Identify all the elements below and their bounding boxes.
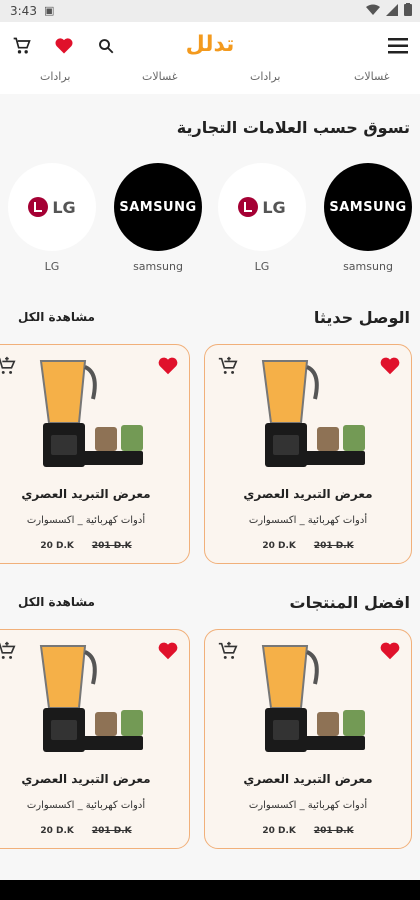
app-bar: تدلل xyxy=(0,22,420,70)
product-name: معرض التبريد العصري xyxy=(243,772,373,786)
product-price: 20 D.K xyxy=(40,541,74,551)
status-time: 3:43 xyxy=(10,4,37,18)
product-category: أدوات كهربائية _ اكسسوارت xyxy=(248,515,368,526)
status-icons xyxy=(366,3,412,16)
product-card[interactable]: معرض التبريد العصري أدوات كهربائية _ اكس… xyxy=(204,629,412,849)
lg-logo-icon xyxy=(28,197,49,217)
category-strip: برادات غسالات برادات غسالات xyxy=(0,70,420,94)
product-category: أدوات كهربائية _ اكسسوارت xyxy=(26,515,146,526)
system-nav-bar xyxy=(0,880,420,900)
product-card[interactable]: معرض التبريد العصري أدوات كهربائية _ اكس… xyxy=(0,629,190,849)
category-item[interactable]: برادات xyxy=(250,70,281,83)
heart-icon[interactable] xyxy=(379,640,401,662)
product-category: أدوات كهربائية _ اكسسوارت xyxy=(248,800,368,811)
product-old-price: 201 D.K xyxy=(313,541,354,551)
product-card[interactable]: معرض التبريد العصري أدوات كهربائية _ اكس… xyxy=(0,344,190,564)
add-to-cart-icon[interactable] xyxy=(0,640,17,662)
brand-name: samsung xyxy=(343,260,393,273)
brands-section-title: تسوق حسب العلامات التجارية xyxy=(176,118,410,137)
heart-icon[interactable] xyxy=(157,640,179,662)
product-image xyxy=(39,360,143,467)
brand-name: LG xyxy=(254,260,270,273)
battery-icon xyxy=(404,3,412,16)
status-bar: 3:43 ▣ xyxy=(0,0,420,22)
product-old-price: 201 D.K xyxy=(91,541,132,551)
brand-samsung[interactable]: SAMSUNG xyxy=(324,163,412,251)
product-category: أدوات كهربائية _ اكسسوارت xyxy=(26,800,146,811)
lg-logo: LG xyxy=(28,197,76,217)
product-image xyxy=(261,360,365,467)
brand-lg[interactable]: LG xyxy=(218,163,306,251)
category-item[interactable]: غسالات xyxy=(142,70,178,83)
add-to-cart-icon[interactable] xyxy=(0,355,17,377)
add-to-cart-icon[interactable] xyxy=(217,640,239,662)
product-image xyxy=(39,645,143,752)
category-item[interactable]: غسالات xyxy=(354,70,390,83)
category-item[interactable]: برادات xyxy=(40,70,71,83)
product-image xyxy=(261,645,365,752)
new-arrivals-title: الوصل حديثا xyxy=(313,308,410,327)
best-products-title: افضل المنتجات xyxy=(289,593,410,612)
product-card[interactable]: معرض التبريد العصري أدوات كهربائية _ اكس… xyxy=(204,344,412,564)
notification-icon: ▣ xyxy=(44,4,55,17)
menu-icon[interactable] xyxy=(386,34,410,58)
lg-logo-icon xyxy=(238,197,259,217)
lg-logo: LG xyxy=(238,197,286,217)
product-name: معرض التبريد العصري xyxy=(21,772,151,786)
wifi-icon xyxy=(366,4,380,15)
samsung-logo: SAMSUNG xyxy=(329,199,407,215)
see-all-new-link[interactable]: مشاهدة الكل xyxy=(18,310,95,324)
heart-icon[interactable] xyxy=(157,355,179,377)
samsung-logo: SAMSUNG xyxy=(119,199,197,215)
product-old-price: 201 D.K xyxy=(91,826,132,836)
add-to-cart-icon[interactable] xyxy=(217,355,239,377)
product-price: 20 D.K xyxy=(262,826,296,836)
brand-name: LG xyxy=(44,260,60,273)
app-logo-title: تدلل xyxy=(185,32,235,57)
product-name: معرض التبريد العصري xyxy=(21,487,151,501)
see-all-best-link[interactable]: مشاهدة الكل xyxy=(18,595,95,609)
heart-icon[interactable] xyxy=(379,355,401,377)
product-price: 20 D.K xyxy=(40,826,74,836)
product-price: 20 D.K xyxy=(262,541,296,551)
product-name: معرض التبريد العصري xyxy=(243,487,373,501)
brand-lg[interactable]: LG xyxy=(8,163,96,251)
brand-samsung[interactable]: SAMSUNG xyxy=(114,163,202,251)
signal-icon xyxy=(386,3,398,16)
product-old-price: 201 D.K xyxy=(313,826,354,836)
brand-name: samsung xyxy=(133,260,183,273)
